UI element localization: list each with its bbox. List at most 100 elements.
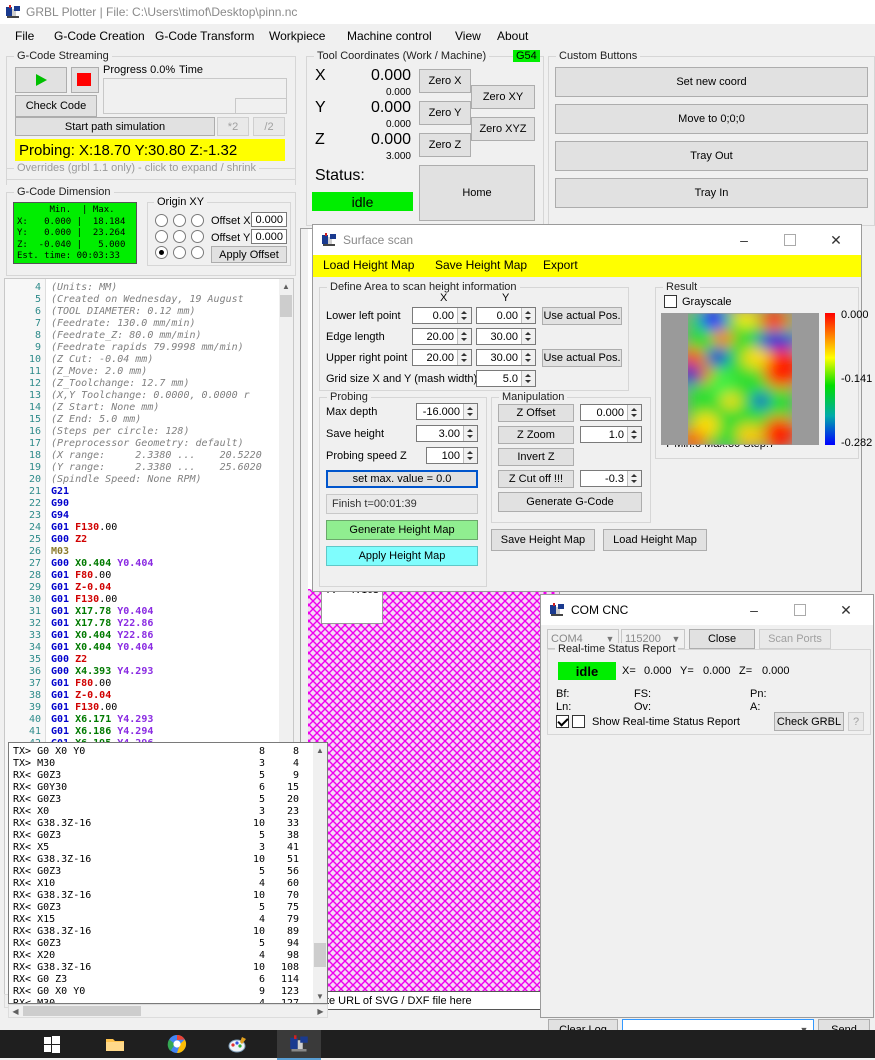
- lower-left-x-input[interactable]: 0.00: [412, 307, 472, 324]
- gcode-line[interactable]: G01 F80.00: [51, 570, 111, 581]
- gcode-line[interactable]: G01 F80.00: [51, 678, 111, 689]
- gcode-line[interactable]: (Y range: 2.3380 ... 25.6020: [51, 462, 262, 473]
- menu-export[interactable]: Export: [543, 258, 578, 272]
- com-log-hscroll-thumb[interactable]: [23, 1006, 141, 1016]
- spinner-up-down-icon[interactable]: [627, 405, 641, 420]
- minimize-icon[interactable]: ‒: [721, 225, 767, 255]
- gcode-editor-vscroll-thumb[interactable]: [280, 295, 292, 317]
- generate-height-map-button[interactable]: Generate Height Map: [326, 520, 478, 540]
- generate-gcode-button[interactable]: Generate G-Code: [498, 492, 642, 512]
- scroll-up-icon[interactable]: ▲: [279, 279, 293, 293]
- height-map-image[interactable]: [661, 313, 819, 445]
- gcode-line[interactable]: (X,Y Toolchange: 0.0000, 0.0000 r: [51, 390, 250, 401]
- spinner-up-down-icon[interactable]: [463, 448, 477, 463]
- menu-load-height-map[interactable]: Load Height Map: [323, 258, 414, 272]
- gcode-line[interactable]: (Z_Toolchange: 12.7 mm): [51, 378, 189, 389]
- save-height-input[interactable]: 3.00: [416, 425, 478, 442]
- start-streaming-button[interactable]: [15, 67, 67, 93]
- probing-speed-input[interactable]: 100: [426, 447, 478, 464]
- speed-down-button[interactable]: /2: [253, 117, 285, 136]
- gcode-line[interactable]: (Z End: 5.0 mm): [51, 414, 141, 425]
- gcode-line[interactable]: (Z Start: None mm): [51, 402, 159, 413]
- spinner-up-down-icon[interactable]: [521, 329, 535, 344]
- gcode-line[interactable]: G21: [51, 486, 75, 497]
- gcode-line[interactable]: G01 Z-0.04: [51, 582, 111, 593]
- origin-radio-0[interactable]: [155, 214, 168, 227]
- gcode-line[interactable]: (Preprocessor Geometry: default): [51, 438, 244, 449]
- apply-offset-button[interactable]: Apply Offset: [211, 246, 287, 263]
- menu-gcode-creation[interactable]: G-Code Creation: [47, 27, 152, 45]
- gcode-line[interactable]: G01 X0.404 Y0.404: [51, 642, 153, 653]
- gcode-line[interactable]: (Steps per circle: 128): [51, 426, 189, 437]
- custom-button-tray-out[interactable]: Tray Out: [555, 141, 868, 171]
- check-grbl-button[interactable]: Check GRBL: [774, 712, 844, 731]
- zero-y-button[interactable]: Zero Y: [419, 101, 471, 125]
- gcode-line[interactable]: G01 F130.00: [51, 702, 117, 713]
- chrome-icon[interactable]: [167, 1034, 187, 1054]
- zero-xyz-button[interactable]: Zero XYZ: [471, 117, 535, 141]
- gcode-line[interactable]: (Feedrate: 130.0 mm/min): [51, 318, 196, 329]
- spinner-up-down-icon[interactable]: [457, 329, 471, 344]
- stop-streaming-button[interactable]: [71, 67, 99, 93]
- gcode-line[interactable]: (Units: MM): [51, 282, 117, 293]
- grid-size-input[interactable]: 5.0: [476, 370, 536, 387]
- max-depth-input[interactable]: -16.000: [416, 403, 478, 420]
- gcode-line[interactable]: G00 Z2: [51, 534, 87, 545]
- menu-machine-control[interactable]: Machine control: [340, 27, 439, 45]
- gcode-line[interactable]: (Spindle Speed: None RPM): [51, 474, 202, 485]
- origin-radio-4[interactable]: [173, 230, 186, 243]
- custom-button-tray-in[interactable]: Tray In: [555, 178, 868, 208]
- grayscale-checkbox[interactable]: [664, 295, 677, 308]
- upper-right-y-input[interactable]: 30.00: [476, 349, 536, 366]
- com-log[interactable]: TX> G0 X0 Y088TX> M3034RX< G0Z359RX< G0Y…: [8, 742, 328, 1004]
- z-zoom-button[interactable]: Z Zoom: [498, 426, 574, 444]
- gcode-line[interactable]: G01 X0.404 Y22.86: [51, 630, 153, 641]
- com-log-hscrollbar[interactable]: ◀ ▶: [8, 1004, 328, 1018]
- lower-left-y-input[interactable]: 0.00: [476, 307, 536, 324]
- origin-radio-1[interactable]: [173, 214, 186, 227]
- gcode-line[interactable]: G01 X6.171 Y4.293: [51, 714, 153, 725]
- upper-right-x-input[interactable]: 20.00: [412, 349, 472, 366]
- maximize-icon[interactable]: [777, 595, 823, 625]
- offset-x-input[interactable]: 0.000: [251, 212, 287, 227]
- gcode-line[interactable]: G01 X17.78 Y22.86: [51, 618, 153, 629]
- gcode-line[interactable]: (Feedrate rapids 79.9998 mm/min): [51, 342, 244, 353]
- spinner-up-down-icon[interactable]: [627, 427, 641, 442]
- status-enable-checkbox[interactable]: [556, 715, 569, 728]
- spinner-up-down-icon[interactable]: [521, 308, 535, 323]
- com-log-vscrollbar[interactable]: ▲ ▼: [313, 743, 327, 1003]
- origin-radio-7[interactable]: [173, 246, 186, 259]
- scroll-down-icon[interactable]: ▼: [313, 989, 327, 1003]
- menu-workpiece[interactable]: Workpiece: [262, 27, 332, 45]
- menu-file[interactable]: File: [8, 27, 41, 45]
- z-offset-input[interactable]: 0.000: [580, 404, 642, 421]
- gcode-line[interactable]: M03: [51, 546, 75, 557]
- zero-xy-button[interactable]: Zero XY: [471, 85, 535, 109]
- paste-url-input[interactable]: Paste URL of SVG / DXF file here: [302, 991, 545, 1010]
- edge-length-y-input[interactable]: 30.00: [476, 328, 536, 345]
- start-icon[interactable]: [42, 1034, 62, 1054]
- home-button[interactable]: Home: [419, 165, 535, 221]
- scroll-right-icon[interactable]: ▶: [314, 1005, 327, 1017]
- file-explorer-icon[interactable]: [105, 1034, 125, 1054]
- origin-radio-3[interactable]: [155, 230, 168, 243]
- set-max-value-button[interactable]: set max. value = 0.0: [326, 470, 478, 488]
- gcode-line[interactable]: G01 X6.186 Y4.294: [51, 726, 153, 737]
- grbl-plotter-taskbar-button[interactable]: [277, 1030, 321, 1060]
- invert-z-button[interactable]: Invert Z: [498, 448, 574, 466]
- gcode-line[interactable]: G01 X17.78 Y0.404: [51, 606, 153, 617]
- custom-button-move-to-origin[interactable]: Move to 0;0;0: [555, 104, 868, 134]
- gcode-line[interactable]: G00 X0.404 Y0.404: [51, 558, 153, 569]
- spinner-up-down-icon[interactable]: [521, 350, 535, 365]
- close-icon[interactable]: ✕: [823, 595, 869, 625]
- save-height-map-button[interactable]: Save Height Map: [491, 529, 595, 551]
- menu-view[interactable]: View: [448, 27, 488, 45]
- origin-radio-2[interactable]: [191, 214, 204, 227]
- gcode-line[interactable]: (X range: 2.3380 ... 20.5220: [51, 450, 262, 461]
- status-secondary-checkbox[interactable]: [572, 715, 585, 728]
- origin-radio-5[interactable]: [191, 230, 204, 243]
- spinner-up-down-icon[interactable]: [457, 350, 471, 365]
- check-code-button[interactable]: Check Code: [15, 95, 97, 117]
- lower-left-use-actual-button[interactable]: Use actual Pos.: [542, 307, 622, 325]
- zero-z-button[interactable]: Zero Z: [419, 133, 471, 157]
